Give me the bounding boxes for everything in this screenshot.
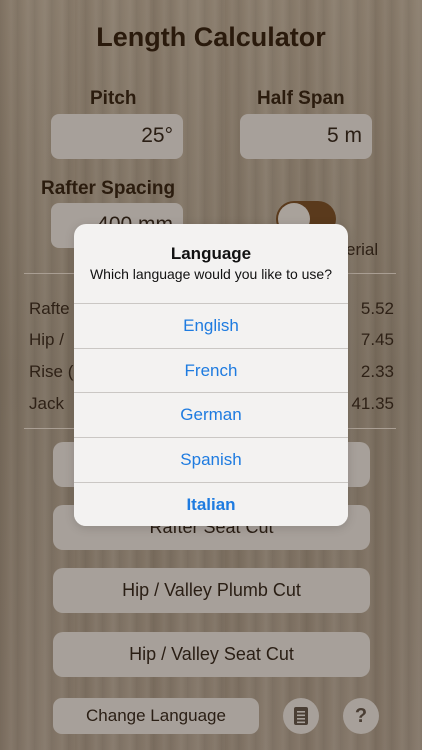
language-option-german[interactable]: German	[74, 392, 348, 437]
language-option-spanish[interactable]: Spanish	[74, 437, 348, 482]
notepad-button[interactable]	[283, 698, 319, 734]
help-button[interactable]: ?	[343, 698, 379, 734]
page-title: Length Calculator	[96, 22, 326, 52]
question-icon: ?	[354, 705, 368, 727]
notepad-icon	[294, 707, 308, 725]
result-label: Hip /	[29, 330, 64, 349]
language-option-italian[interactable]: Italian	[74, 482, 348, 526]
result-value: 41.35	[351, 394, 394, 413]
pitch-label: Pitch	[90, 88, 137, 109]
result-label: Rise (	[29, 362, 74, 381]
half-span-input[interactable]: 5 m	[240, 114, 372, 159]
pitch-input[interactable]: 25°	[51, 114, 183, 159]
result-value: 2.33	[360, 362, 394, 381]
result-value: 5.52	[360, 299, 394, 318]
language-dialog: Language Which language would you like t…	[74, 224, 348, 526]
change-language-button[interactable]: Change Language	[53, 698, 259, 734]
result-label: Rafte	[29, 299, 70, 318]
language-option-english[interactable]: English	[74, 303, 348, 348]
dialog-message: Which language would you like to use?	[89, 266, 333, 282]
units-label: erial	[346, 240, 379, 259]
dialog-title: Language	[170, 244, 252, 263]
hip-valley-seat-cut-button[interactable]: Hip / Valley Seat Cut	[53, 632, 370, 677]
rafter-spacing-label: Rafter Spacing	[41, 178, 176, 199]
result-label: Jack	[29, 394, 64, 413]
result-value: 7.45	[360, 330, 394, 349]
hip-valley-plumb-cut-button[interactable]: Hip / Valley Plumb Cut	[53, 568, 370, 613]
half-span-label: Half Span	[257, 88, 345, 109]
language-option-french[interactable]: French	[74, 348, 348, 393]
